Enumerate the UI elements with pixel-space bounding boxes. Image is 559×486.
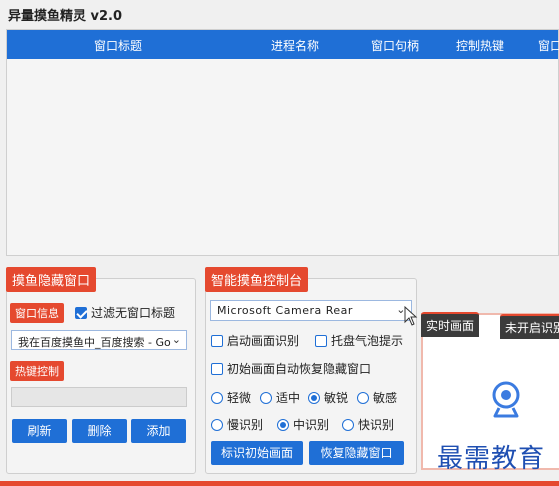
watermark-text: 最需教育 xyxy=(437,444,546,474)
refresh-button[interactable]: 刷新 xyxy=(12,419,67,443)
tab-recognition-status[interactable]: 未开启识别 xyxy=(500,314,559,339)
radio-dot[interactable] xyxy=(357,391,369,404)
radio-dot[interactable] xyxy=(211,418,223,431)
sensitivity-radio-sensitive[interactable]: 敏感 xyxy=(357,389,397,406)
speed-radio-fast[interactable]: 快识别 xyxy=(342,416,394,433)
radio-label: 敏锐 xyxy=(324,391,349,405)
window-info-tag: 窗口信息 xyxy=(10,303,64,323)
radio-dot[interactable] xyxy=(260,391,272,404)
filter-checkbox-box[interactable] xyxy=(75,306,87,319)
control-panel-tab: 智能摸鱼控制台 xyxy=(205,267,309,292)
column-window-handle[interactable]: 窗口句柄 xyxy=(371,37,419,54)
speed-radio-slow[interactable]: 慢识别 xyxy=(211,416,263,433)
column-window-title[interactable]: 窗口标题 xyxy=(94,37,142,54)
hotkey-tag: 热键控制 xyxy=(10,361,64,381)
filter-untitled-checkbox[interactable]: 过滤无窗口标题 xyxy=(75,304,175,321)
tray-bubble-label: 托盘气泡提示 xyxy=(331,334,404,348)
camera-select-value: Microsoft Camera Rear xyxy=(217,304,353,317)
delete-button[interactable]: 删除 xyxy=(72,419,127,443)
speed-radio-medium[interactable]: 中识别 xyxy=(277,416,329,433)
chevron-down-icon: ⌄ xyxy=(171,333,181,346)
sensitivity-radio-medium[interactable]: 适中 xyxy=(260,389,300,406)
filter-checkbox-label: 过滤无窗口标题 xyxy=(91,306,176,320)
window-select-value: 我在百度摸鱼中_百度搜索 - Go xyxy=(18,336,171,349)
auto-restore-box[interactable] xyxy=(211,362,223,375)
start-recognition-label: 启动画面识别 xyxy=(227,334,300,348)
hide-window-panel-tab: 摸鱼隐藏窗口 xyxy=(6,267,97,292)
radio-label: 轻微 xyxy=(227,391,252,405)
auto-restore-label: 初始画面自动恢复隐藏窗口 xyxy=(227,362,372,376)
tab-live-view[interactable]: 实时画面 xyxy=(421,312,480,337)
tray-bubble-checkbox[interactable]: 托盘气泡提示 xyxy=(315,332,403,349)
app-title: 异量摸鱼精灵 v2.0 xyxy=(8,9,123,24)
add-button[interactable]: 添加 xyxy=(131,419,186,443)
tray-bubble-box[interactable] xyxy=(315,334,327,347)
radio-dot[interactable] xyxy=(211,391,223,404)
mouse-cursor-icon xyxy=(404,306,418,326)
column-process-name[interactable]: 进程名称 xyxy=(271,37,319,54)
radio-dot-selected[interactable] xyxy=(277,418,289,431)
start-recognition-checkbox[interactable]: 启动画面识别 xyxy=(211,332,299,349)
sensitivity-radio-light[interactable]: 轻微 xyxy=(211,389,251,406)
window-select[interactable]: 我在百度摸鱼中_百度搜索 - Go ⌄ xyxy=(11,330,187,350)
table-header: 窗口标题 进程名称 窗口句柄 控制热键 窗口 xyxy=(7,30,559,59)
radio-label: 慢识别 xyxy=(227,418,264,432)
radio-label: 中识别 xyxy=(293,418,330,432)
webcam-icon xyxy=(492,381,520,418)
start-recognition-box[interactable] xyxy=(211,334,223,347)
column-hotkey[interactable]: 控制热键 xyxy=(456,37,504,54)
sensitivity-radio-keen[interactable]: 敏锐 xyxy=(308,389,348,406)
radio-label: 快识别 xyxy=(358,418,395,432)
bottom-accent-bar xyxy=(0,481,559,486)
hotkey-input[interactable] xyxy=(11,387,187,407)
radio-dot-selected[interactable] xyxy=(308,391,320,404)
mark-initial-button[interactable]: 标识初始画面 xyxy=(211,441,303,465)
radio-label: 敏感 xyxy=(373,391,398,405)
radio-label: 适中 xyxy=(276,391,301,405)
column-window-more[interactable]: 窗口 xyxy=(538,37,559,54)
window-table[interactable]: 窗口标题 进程名称 窗口句柄 控制热键 窗口 xyxy=(6,29,559,256)
auto-restore-checkbox[interactable]: 初始画面自动恢复隐藏窗口 xyxy=(211,360,371,377)
radio-dot[interactable] xyxy=(342,418,354,431)
camera-select[interactable]: Microsoft Camera Rear ⌄ xyxy=(210,300,412,321)
restore-hidden-button[interactable]: 恢复隐藏窗口 xyxy=(309,441,404,465)
